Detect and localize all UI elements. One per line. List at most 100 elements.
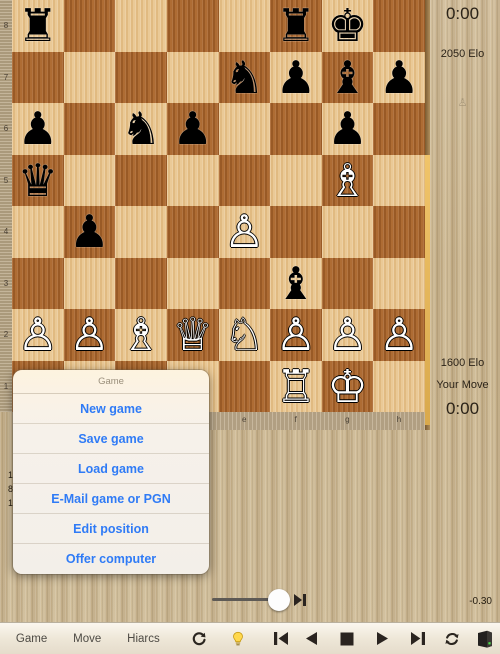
bottom-toolbar[interactable]: Game Move Hiarcs [0, 622, 500, 654]
piece-e4[interactable]: ♙ [219, 206, 271, 258]
menu-item-e-mail-game-or-pgn[interactable]: E-Mail game or PGN [13, 484, 209, 514]
analysis-slider-row[interactable]: -0.30 [0, 580, 500, 622]
square-h6[interactable] [373, 103, 425, 155]
piece-d2[interactable]: ♕ [167, 309, 219, 361]
step-forward-icon[interactable] [292, 591, 308, 609]
square-c2[interactable]: ♗ [115, 309, 167, 361]
piece-b4[interactable]: ♟ [64, 206, 116, 258]
chessboard-area[interactable]: 87654321 ♜♜♚♞♟♝♟♟♞♟♟♛♗♟♙♝♙♙♗♕♘♙♙♙♖♔ abcd… [0, 0, 425, 430]
square-a4[interactable] [12, 206, 64, 258]
piece-d6[interactable]: ♟ [167, 103, 219, 155]
square-h4[interactable] [373, 206, 425, 258]
piece-a5[interactable]: ♛ [12, 155, 64, 207]
piece-g1[interactable]: ♔ [322, 361, 374, 413]
refresh-icon[interactable] [434, 630, 470, 648]
piece-g6[interactable]: ♟ [322, 103, 374, 155]
piece-c6[interactable]: ♞ [115, 103, 167, 155]
square-g6[interactable]: ♟ [321, 103, 374, 155]
square-c8[interactable] [115, 0, 167, 52]
piece-e7[interactable]: ♞ [219, 52, 271, 104]
piece-f1[interactable]: ♖ [270, 361, 322, 413]
square-e3[interactable] [218, 257, 271, 309]
square-a6[interactable]: ♟ [12, 103, 64, 155]
piece-g8[interactable]: ♚ [322, 0, 374, 52]
square-f2[interactable]: ♙ [270, 309, 322, 361]
square-h5[interactable] [373, 154, 425, 206]
square-c5[interactable] [115, 154, 167, 206]
square-h8[interactable] [373, 0, 425, 52]
engine-server-icon[interactable] [470, 630, 500, 648]
toolbar-menu-game[interactable]: Game [14, 633, 49, 645]
square-d8[interactable] [166, 0, 219, 52]
toolbar-menu-hiarcs[interactable]: Hiarcs [125, 633, 162, 645]
square-g4[interactable] [321, 206, 374, 258]
square-b7[interactable] [63, 51, 116, 103]
square-f4[interactable] [270, 206, 322, 258]
rotate-board-icon[interactable] [186, 630, 212, 648]
piece-a2[interactable]: ♙ [12, 309, 64, 361]
square-b4[interactable]: ♟ [63, 206, 116, 258]
piece-f8[interactable]: ♜ [270, 0, 322, 52]
square-a7[interactable] [12, 51, 64, 103]
piece-g5[interactable]: ♗ [322, 155, 374, 207]
piece-g7[interactable]: ♝ [322, 52, 374, 104]
square-h2[interactable]: ♙ [373, 309, 425, 361]
square-c6[interactable]: ♞ [115, 103, 167, 155]
piece-e2[interactable]: ♘ [219, 309, 271, 361]
square-g5[interactable]: ♗ [321, 154, 374, 207]
square-a5[interactable]: ♛ [12, 154, 64, 207]
square-f3[interactable]: ♝ [270, 257, 322, 310]
piece-g2[interactable]: ♙ [322, 309, 374, 361]
hint-lightbulb-icon[interactable] [225, 630, 251, 648]
move-slider-knob[interactable] [268, 589, 290, 611]
step-back-icon[interactable] [295, 631, 329, 646]
piece-f7[interactable]: ♟ [270, 52, 322, 104]
piece-c2[interactable]: ♗ [115, 309, 167, 361]
square-d5[interactable] [166, 154, 219, 206]
chessboard[interactable]: ♜ ♜ ♚ ♞ ♟ ♝ ♟ ♟ ♞ ♟ ♟ ♛ ♗ ♟ ♙ ♝ ♙ ♙ ♗ ♕ ♘ ♙ ♙ ♙ ♖ ♔ [12, 0, 425, 412]
popup-item-list[interactable]: New game Save game Load game E-Mail game or… [13, 394, 209, 574]
square-e6[interactable] [218, 103, 271, 155]
piece-h2[interactable]: ♙ [373, 309, 425, 361]
square-e2[interactable]: ♘ [218, 309, 271, 361]
square-f6[interactable] [270, 103, 322, 155]
square-f8[interactable]: ♜ [270, 0, 322, 52]
square-c4[interactable] [115, 206, 167, 258]
square-a3[interactable] [12, 257, 64, 309]
skip-to-start-icon[interactable] [267, 631, 295, 646]
square-f1[interactable]: ♖ [270, 360, 322, 413]
square-g7[interactable]: ♝ [321, 51, 374, 104]
menu-item-load-game[interactable]: Load game [13, 454, 209, 484]
square-g8[interactable]: ♚ [321, 0, 374, 52]
square-d7[interactable] [166, 51, 219, 103]
piece-h7[interactable]: ♟ [373, 52, 425, 104]
piece-f3[interactable]: ♝ [270, 258, 322, 310]
square-g3[interactable] [321, 257, 374, 309]
toolbar-menu-move[interactable]: Move [71, 633, 103, 645]
skip-to-end-icon[interactable] [401, 631, 435, 646]
square-e7[interactable]: ♞ [218, 51, 271, 104]
piece-a6[interactable]: ♟ [12, 103, 64, 155]
square-a2[interactable]: ♙ [12, 309, 64, 361]
square-h1[interactable] [373, 360, 425, 412]
square-b5[interactable] [63, 154, 116, 206]
square-h7[interactable]: ♟ [373, 51, 425, 104]
menu-item-new-game[interactable]: New game [13, 394, 209, 424]
square-a8[interactable]: ♜ [12, 0, 64, 52]
square-c7[interactable] [115, 51, 167, 103]
square-b6[interactable] [63, 103, 116, 155]
piece-f2[interactable]: ♙ [270, 309, 322, 361]
menu-item-edit-position[interactable]: Edit position [13, 514, 209, 544]
play-icon[interactable] [365, 631, 401, 646]
square-c3[interactable] [115, 257, 167, 309]
square-f5[interactable] [270, 154, 322, 206]
square-g2[interactable]: ♙ [321, 309, 374, 361]
piece-b2[interactable]: ♙ [64, 309, 116, 361]
square-b3[interactable] [63, 257, 116, 309]
menu-item-offer-computer[interactable]: Offer computer [13, 544, 209, 574]
stop-icon[interactable] [329, 632, 365, 646]
square-d3[interactable] [166, 257, 219, 309]
square-g1[interactable]: ♔ [321, 360, 374, 413]
square-b8[interactable] [63, 0, 116, 52]
square-e1[interactable] [218, 360, 271, 412]
